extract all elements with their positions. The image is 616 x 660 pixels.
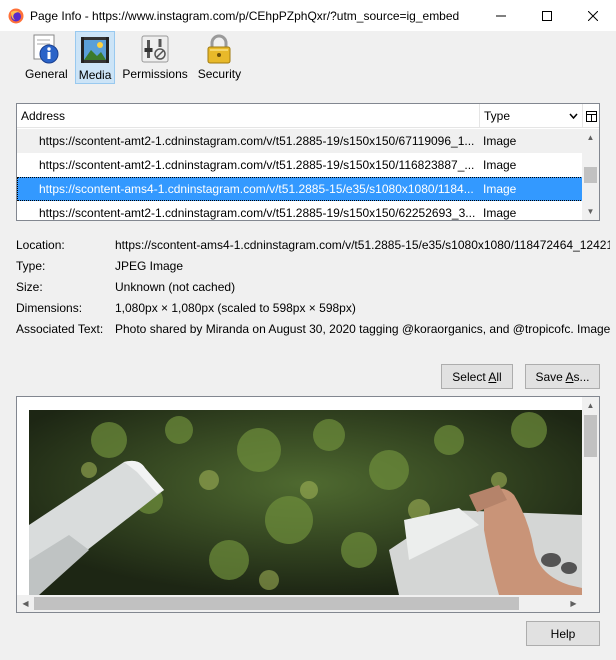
toolbar: General Media Permissions Security — [0, 31, 616, 86]
scrollbar-thumb[interactable] — [584, 167, 597, 183]
close-icon — [588, 10, 598, 21]
preview-image — [29, 410, 582, 595]
location-value: https://scontent-ams4-1.cdninstagram.com… — [115, 237, 610, 252]
tab-media-label: Media — [78, 68, 112, 82]
column-header-type[interactable]: Type — [480, 104, 583, 128]
table-row[interactable]: https://scontent-amt2-1.cdninstagram.com… — [17, 201, 583, 220]
help-label: Help — [550, 626, 576, 641]
list-scrollbar[interactable]: ▲ ▼ — [582, 129, 599, 220]
row-type: Image — [483, 158, 517, 172]
type-value: JPEG Image — [115, 258, 184, 273]
type-label: Type: — [16, 258, 46, 273]
size-label: Size: — [16, 279, 43, 294]
scrollbar-thumb[interactable] — [34, 597, 519, 610]
scroll-right-icon[interactable]: ▶ — [565, 595, 582, 612]
row-type: Image — [483, 134, 517, 148]
row-address: https://scontent-amt2-1.cdninstagram.com… — [39, 206, 476, 220]
lock-icon — [207, 34, 231, 64]
list-header: Address Type — [17, 104, 599, 128]
preview-horizontal-scrollbar[interactable]: ◀ ▶ — [17, 595, 599, 612]
minimize-icon — [496, 15, 506, 16]
image-preview: ▲ ◀ ▶ — [16, 396, 600, 613]
save-as-button[interactable]: Save As... — [525, 364, 600, 389]
table-row[interactable]: https://scontent-amt2-1.cdninstagram.com… — [17, 129, 583, 153]
tab-permissions-label: Permissions — [122, 67, 188, 81]
column-header-type-label: Type — [484, 109, 511, 123]
column-header-address[interactable]: Address — [17, 104, 480, 128]
close-button[interactable] — [570, 0, 616, 31]
table-row-selected[interactable]: https://scontent-ams4-1.cdninstagram.com… — [17, 177, 583, 201]
size-value: Unknown (not cached) — [115, 279, 236, 294]
tab-general[interactable]: General — [22, 31, 71, 84]
help-button[interactable]: Help — [526, 621, 600, 646]
minimize-button[interactable] — [478, 0, 524, 31]
firefox-icon — [8, 8, 24, 23]
table-row[interactable]: https://scontent-amt2-1.cdninstagram.com… — [17, 153, 583, 177]
title-bar: Page Info - https://www.instagram.com/p/… — [0, 0, 616, 31]
location-label: Location: — [16, 237, 65, 252]
associated-text-label: Associated Text: — [16, 321, 104, 336]
preview-vertical-scrollbar[interactable]: ▲ — [582, 397, 599, 595]
associated-text-value: Photo shared by Miranda on August 30, 20… — [115, 321, 610, 336]
tab-general-label: General — [25, 67, 68, 81]
row-address: https://scontent-ams4-1.cdninstagram.com… — [39, 182, 474, 196]
row-address: https://scontent-amt2-1.cdninstagram.com… — [39, 134, 475, 148]
row-type: Image — [483, 182, 517, 196]
list-rows: https://scontent-amt2-1.cdninstagram.com… — [17, 129, 583, 220]
window-title: Page Info - https://www.instagram.com/p/… — [30, 8, 460, 23]
row-address: https://scontent-amt2-1.cdninstagram.com… — [39, 158, 475, 172]
maximize-icon — [542, 10, 552, 21]
maximize-button[interactable] — [524, 0, 570, 31]
tab-permissions[interactable]: Permissions — [119, 31, 190, 84]
info-icon — [33, 34, 59, 64]
scrollbar-thumb[interactable] — [584, 415, 597, 457]
media-icon — [81, 37, 110, 63]
save-as-label: Save As... — [535, 369, 590, 384]
row-type: Image — [483, 206, 517, 220]
select-all-label: Select All — [452, 369, 502, 384]
scroll-up-icon[interactable]: ▲ — [582, 397, 599, 414]
tab-security[interactable]: Security — [195, 31, 244, 84]
column-picker-button[interactable] — [583, 104, 599, 128]
media-details: Location: https://scontent-ams4-1.cdnins… — [16, 234, 616, 339]
scroll-up-icon[interactable]: ▲ — [582, 129, 599, 146]
scroll-left-icon[interactable]: ◀ — [17, 595, 34, 612]
dimensions-value: 1,080px × 1,080px (scaled to 598px × 598… — [115, 300, 356, 315]
permissions-icon — [141, 35, 169, 63]
tab-security-label: Security — [197, 67, 242, 81]
column-picker-icon — [585, 110, 597, 122]
tab-media[interactable]: Media — [74, 31, 116, 84]
scroll-down-icon[interactable]: ▼ — [582, 203, 599, 220]
select-all-button[interactable]: Select All — [441, 364, 513, 389]
dimensions-label: Dimensions: — [16, 300, 83, 315]
media-list[interactable]: Address Type https://scontent-amt2-1.cdn… — [16, 103, 600, 221]
chevron-down-icon — [569, 113, 578, 120]
